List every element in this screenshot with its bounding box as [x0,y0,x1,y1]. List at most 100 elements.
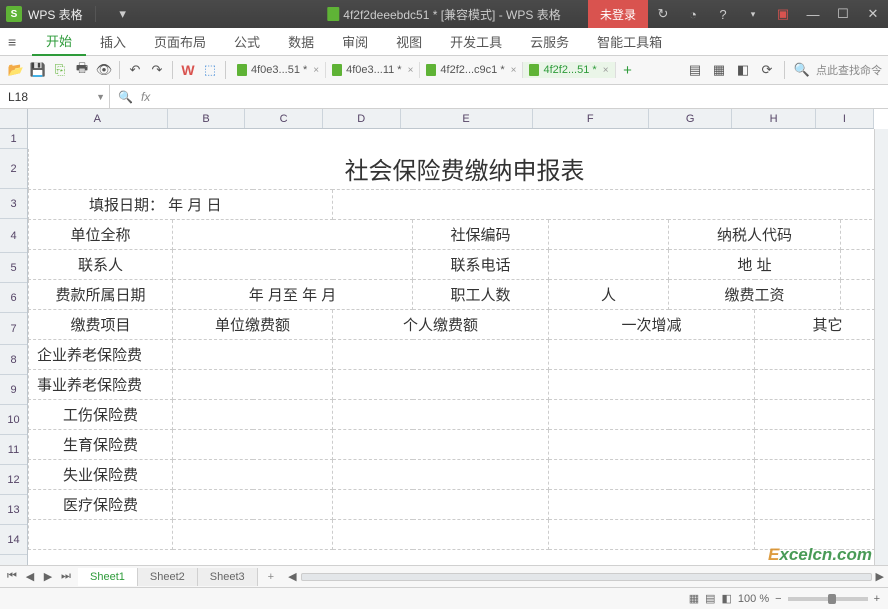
menu-视图[interactable]: 视图 [382,28,436,56]
col-header-F[interactable]: F [533,109,649,128]
sheet-tab-Sheet2[interactable]: Sheet2 [138,568,198,586]
minimize-button[interactable]: — [798,0,828,28]
row-header-11[interactable]: 11 [0,435,27,465]
r6-period-val: 年 月至 年 月 [173,279,413,309]
col-header-A[interactable]: A [28,109,168,128]
open-icon[interactable]: 📂 [6,60,26,80]
sheet-nav-last[interactable]: ⏭ [58,570,74,583]
search-placeholder[interactable]: 点此查找命令 [816,62,882,78]
fx-label[interactable]: fx [141,90,150,104]
cells-area[interactable]: 社会保险费缴纳申报表 填报日期： 年 月 日 单位全称社保编码纳税人代码 联系人… [28,129,874,565]
doc-tab[interactable]: 4f0e3...11 *× [326,62,420,78]
add-sheet-button[interactable]: + [258,571,284,583]
maximize-button[interactable]: ☐ [828,0,858,28]
row-header-7[interactable]: 7 [0,313,27,345]
row-header-2[interactable]: 2 [0,149,27,189]
help-icon[interactable]: ? [708,0,738,28]
col-header-B[interactable]: B [168,109,246,128]
col-header-D[interactable]: D [323,109,401,128]
menu-公式[interactable]: 公式 [220,28,274,56]
doc-tab[interactable]: 4f0e3...51 *× [231,62,326,78]
hamburger-icon[interactable]: ≡ [8,34,32,50]
pin-icon[interactable]: ▣ [768,0,798,28]
row-header-1[interactable]: 1 [0,129,27,149]
add-tab-button[interactable]: + [618,60,638,80]
namebox-dropdown-icon[interactable]: ▼ [96,92,105,102]
menu-页面布局[interactable]: 页面布局 [140,28,220,56]
close-button[interactable]: ✕ [858,0,888,28]
undo-icon[interactable]: ↶ [125,60,145,80]
hscroll-left[interactable]: ◀ [288,570,296,583]
login-button[interactable]: 未登录 [588,0,648,28]
row-header-4[interactable]: 4 [0,219,27,253]
view-normal-icon[interactable]: ▦ [689,592,699,605]
more-icon[interactable]: ⟳ [757,60,777,80]
col-header-H[interactable]: H [732,109,815,128]
menu-审阅[interactable]: 审阅 [328,28,382,56]
col-header-C[interactable]: C [245,109,323,128]
sheet-nav-first[interactable]: ⏮ [4,570,20,583]
row-header-13[interactable]: 13 [0,495,27,525]
hscroll-right[interactable]: ▶ [876,570,884,583]
view-break-icon[interactable]: ◧ [722,592,732,605]
zoom-value[interactable]: 100 % [738,593,769,605]
sync-icon[interactable]: ↻ [648,0,678,28]
redo-icon[interactable]: ↷ [147,60,167,80]
export-icon[interactable]: ⎘ [50,60,70,80]
column-headers[interactable]: ABCDEFGHI [28,109,874,129]
formula-input[interactable] [158,90,880,104]
window-icon[interactable]: ◧ [733,60,753,80]
preview-icon[interactable]: 👁 [94,60,114,80]
row-header-6[interactable]: 6 [0,283,27,313]
save-icon[interactable]: 💾 [28,60,48,80]
search-fn-icon[interactable]: 🔍 [118,90,133,104]
col-header-E[interactable]: E [401,109,533,128]
menu-开发工具[interactable]: 开发工具 [436,28,516,56]
row-header-14[interactable]: 14 [0,525,27,555]
row-header-5[interactable]: 5 [0,253,27,283]
zoom-slider[interactable] [788,597,868,601]
close-tab-icon[interactable]: × [511,65,517,76]
doc-tab[interactable]: 4f2f2...51 *× [523,62,615,78]
zoom-out-button[interactable]: − [775,593,781,605]
close-tab-icon[interactable]: × [408,65,414,76]
col-header-I[interactable]: I [816,109,874,128]
close-tab-icon[interactable]: × [313,65,319,76]
menu-云服务[interactable]: 云服务 [516,28,583,56]
print-icon[interactable]: 🖶 [72,60,92,80]
doc-tab[interactable]: 4f2f2...c9c1 *× [420,62,523,78]
grid-icon[interactable]: ▦ [709,60,729,80]
row-headers[interactable]: 1234567891011121314 [0,129,28,565]
name-box[interactable]: L18 ▼ [0,85,110,108]
titlebar-dropdown-icon[interactable]: ▾ [108,0,138,28]
row-header-10[interactable]: 10 [0,405,27,435]
menu-智能工具箱[interactable]: 智能工具箱 [583,28,676,56]
menu-数据[interactable]: 数据 [274,28,328,56]
row-header-12[interactable]: 12 [0,465,27,495]
w-icon[interactable]: W [178,60,198,80]
view-page-icon[interactable]: ▤ [705,592,715,605]
menu-开始[interactable]: 开始 [32,28,86,56]
spreadsheet-grid[interactable]: ABCDEFGHI 1234567891011121314 社会保险费缴纳申报表… [0,109,888,565]
sheet-tab-Sheet1[interactable]: Sheet1 [78,568,138,586]
help-dropdown-icon[interactable]: ▾ [738,0,768,28]
status-bar: ▦ ▤ ◧ 100 % − + [0,587,888,609]
row-header-9[interactable]: 9 [0,375,27,405]
sheet-tab-Sheet3[interactable]: Sheet3 [198,568,258,586]
menu-插入[interactable]: 插入 [86,28,140,56]
list-icon[interactable]: ▤ [685,60,705,80]
horizontal-scrollbar[interactable] [301,573,872,581]
close-tab-icon[interactable]: × [603,65,609,76]
row-header-8[interactable]: 8 [0,345,27,375]
sheet-nav-next[interactable]: ▶ [40,570,56,583]
select-all-corner[interactable] [0,109,28,129]
find-icon[interactable]: 🔍 [792,60,812,80]
cube-icon[interactable]: ⬚ [200,60,220,80]
zoom-in-button[interactable]: + [874,593,880,605]
skin-icon[interactable]: ◔ [678,0,708,28]
vertical-scrollbar[interactable] [874,129,888,565]
row-header-3[interactable]: 3 [0,189,27,219]
formula-bar: L18 ▼ 🔍 fx [0,85,888,109]
sheet-nav-prev[interactable]: ◀ [22,570,38,583]
col-header-G[interactable]: G [649,109,732,128]
